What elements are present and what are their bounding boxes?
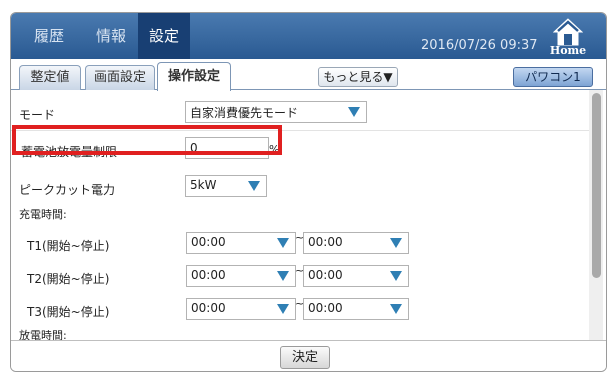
t1-start-select[interactable]: 00:00 xyxy=(186,232,296,254)
dropdown-arrow-icon xyxy=(248,181,260,191)
t2-end-value: 00:00 xyxy=(308,268,343,282)
peak-cut-label: ピークカット電力 xyxy=(19,183,116,197)
tab-history[interactable]: 履歴 xyxy=(27,13,71,59)
t2-start-value: 00:00 xyxy=(191,268,226,282)
charge-time-header: 充電時間: xyxy=(19,208,67,221)
more-button[interactable]: もっと見る▼ xyxy=(318,67,398,87)
t1-end-value: 00:00 xyxy=(308,235,343,249)
peak-cut-value: 5kW xyxy=(190,178,217,192)
home-label: Home xyxy=(549,44,587,57)
peak-cut-select[interactable]: 5kW xyxy=(185,175,267,197)
mode-select[interactable]: 自家消費優先モード xyxy=(185,101,367,123)
dropdown-arrow-icon xyxy=(277,304,289,314)
t3-start-value: 00:00 xyxy=(191,301,226,315)
dropdown-arrow-icon xyxy=(348,107,360,117)
t2-label: T2(開始~停止) xyxy=(27,272,110,286)
dropdown-arrow-icon xyxy=(390,304,402,314)
t3-end-value: 00:00 xyxy=(308,301,343,315)
house-icon xyxy=(553,18,583,46)
t1-end-select[interactable]: 00:00 xyxy=(303,232,409,254)
top-nav-bar: 履歴 情報 設定 2016/07/26 09:37 Home xyxy=(11,13,606,59)
subtab-screen-settings[interactable]: 画面設定 xyxy=(85,65,155,90)
t1-start-value: 00:00 xyxy=(191,235,226,249)
dropdown-arrow-icon xyxy=(277,238,289,248)
t3-label: T3(開始~停止) xyxy=(27,305,110,319)
t1-label: T1(開始~停止) xyxy=(27,239,110,253)
dropdown-arrow-icon xyxy=(277,271,289,281)
confirm-button[interactable]: 決定 xyxy=(280,346,330,369)
tab-info[interactable]: 情報 xyxy=(89,13,133,59)
t3-start-select[interactable]: 00:00 xyxy=(186,298,296,320)
subtab-setting-values[interactable]: 整定値 xyxy=(19,65,81,90)
footer-bar: 決定 xyxy=(11,340,606,371)
dropdown-arrow-icon xyxy=(390,271,402,281)
app-window: 履歴 情報 設定 2016/07/26 09:37 Home 整定値 画面設定 … xyxy=(10,12,607,372)
t3-end-select[interactable]: 00:00 xyxy=(303,298,409,320)
datetime-display: 2016/07/26 09:37 xyxy=(421,38,538,53)
highlight-box xyxy=(12,125,282,155)
mode-value: 自家消費優先モード xyxy=(190,106,299,120)
sub-tab-bar: 整定値 画面設定 操作設定 もっと見る▼ パワコン1 xyxy=(11,59,606,91)
subtab-operation-settings[interactable]: 操作設定 xyxy=(157,62,231,91)
pc-select-button[interactable]: パワコン1 xyxy=(513,67,593,87)
tab-settings[interactable]: 設定 xyxy=(138,13,190,59)
t2-end-select[interactable]: 00:00 xyxy=(303,265,409,287)
scrollbar-thumb[interactable] xyxy=(592,93,601,278)
home-button[interactable]: Home xyxy=(549,17,587,57)
dropdown-arrow-icon xyxy=(390,238,402,248)
mode-label: モード xyxy=(19,108,56,122)
t2-start-select[interactable]: 00:00 xyxy=(186,265,296,287)
